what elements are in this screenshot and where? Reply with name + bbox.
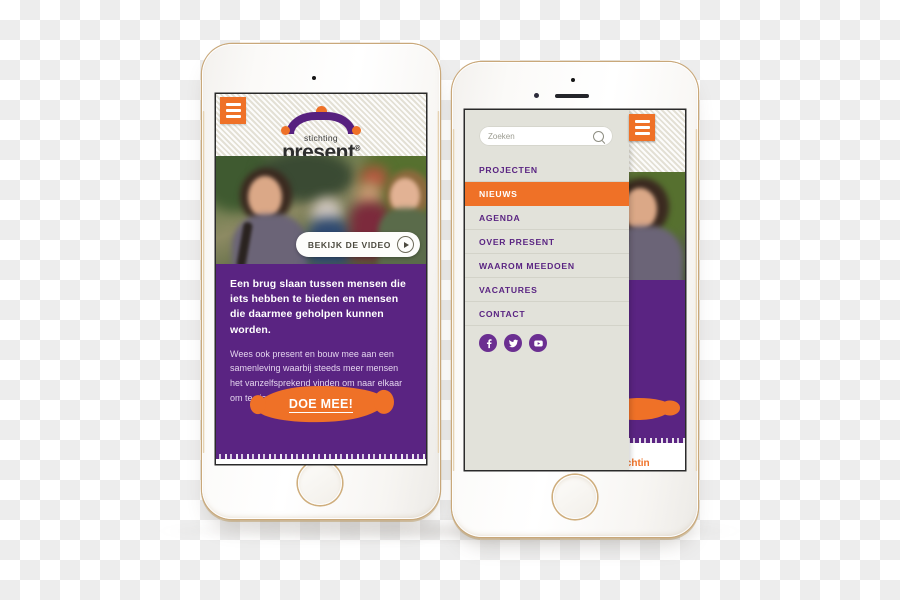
facebook-icon[interactable]: [479, 334, 497, 352]
arc-hand-left: [281, 126, 290, 135]
intro-section: Een brug slaan tussen mensen die iets he…: [216, 264, 426, 464]
gold-edge-right: [437, 110, 440, 453]
phone-right-screen: Een brug hebben t geholpen Wees ook p sa…: [465, 110, 685, 470]
hamburger-bar: [634, 120, 650, 123]
menu-item-contact[interactable]: CONTACT: [465, 302, 629, 326]
menu-item-nieuws[interactable]: NIEUWS: [465, 182, 629, 206]
menu-item-vacatures[interactable]: VACATURES: [465, 278, 629, 302]
doe-mee-button[interactable]: DOE MEE!: [256, 384, 386, 424]
menu-item-label: NIEUWS: [479, 188, 518, 199]
hamburger-bar: [634, 126, 650, 129]
watch-video-label: BEKIJK DE VIDEO: [307, 239, 391, 250]
phone-left-screen: stichting present® BEKIJK DE VIDEO Een b…: [216, 94, 426, 464]
hero-photo[interactable]: BEKIJK DE VIDEO: [216, 156, 426, 264]
brush-divider: [216, 454, 426, 464]
arc-band: [286, 112, 356, 134]
menu-item-label: VACATURES: [479, 284, 538, 295]
logo-trademark: ®: [354, 144, 360, 153]
home-button[interactable]: [298, 461, 342, 505]
front-camera-icon: [534, 93, 539, 98]
watch-video-button[interactable]: BEKIJK DE VIDEO: [295, 232, 420, 257]
social-links: [479, 334, 547, 352]
menu-item-label: WAAROM MEEDOEN: [479, 260, 575, 271]
hamburger-bar: [225, 109, 241, 112]
gold-edge-right: [695, 128, 698, 471]
hamburger-bar: [225, 115, 241, 118]
gold-edge-left: [452, 128, 455, 471]
menu-item-label: PROJECTEN: [479, 164, 538, 175]
home-button[interactable]: [553, 475, 597, 519]
hamburger-menu-button-visual[interactable]: [629, 114, 655, 141]
arc-hand-right: [352, 126, 361, 135]
photo-woman-face: [248, 176, 282, 218]
scene: stichting present® BEKIJK DE VIDEO Een b…: [0, 0, 900, 600]
cta-area: DOE MEE!: [216, 384, 426, 424]
proximity-sensor: [312, 76, 316, 80]
play-icon: [397, 236, 414, 253]
hamburger-menu-button[interactable]: [220, 97, 246, 124]
search-icon[interactable]: [593, 130, 604, 142]
search-input[interactable]: Zoeken: [488, 132, 593, 141]
intro-heading: Een brug slaan tussen mensen die iets he…: [230, 278, 406, 336]
navigation-drawer: Zoeken PROJECTEN NIEUWS AGENDA OVER PRES…: [465, 110, 629, 470]
menu-item-label: AGENDA: [479, 212, 521, 223]
youtube-icon[interactable]: [529, 334, 547, 352]
present-arc-icon: [279, 106, 363, 135]
site-logo[interactable]: stichting present®: [216, 106, 426, 163]
hamburger-bar: [225, 103, 241, 106]
menu-item-projecten[interactable]: PROJECTEN: [465, 158, 629, 182]
proximity-sensor: [571, 78, 575, 82]
twitter-icon[interactable]: [504, 334, 522, 352]
earpiece-speaker: [555, 94, 589, 98]
hamburger-bar: [634, 132, 650, 135]
menu-item-over-present[interactable]: OVER PRESENT: [465, 230, 629, 254]
menu-item-waarom-meedoen[interactable]: WAAROM MEEDOEN: [465, 254, 629, 278]
doe-mee-label: DOE MEE!: [288, 397, 354, 413]
search-box[interactable]: Zoeken: [479, 126, 613, 146]
phone-left: stichting present® BEKIJK DE VIDEO Een b…: [202, 44, 440, 519]
menu-item-label: CONTACT: [479, 308, 526, 319]
menu-item-label: OVER PRESENT: [479, 236, 555, 247]
gold-edge-left: [202, 110, 205, 453]
menu-item-agenda[interactable]: AGENDA: [465, 206, 629, 230]
phone-right: Een brug hebben t geholpen Wees ook p sa…: [452, 62, 698, 537]
